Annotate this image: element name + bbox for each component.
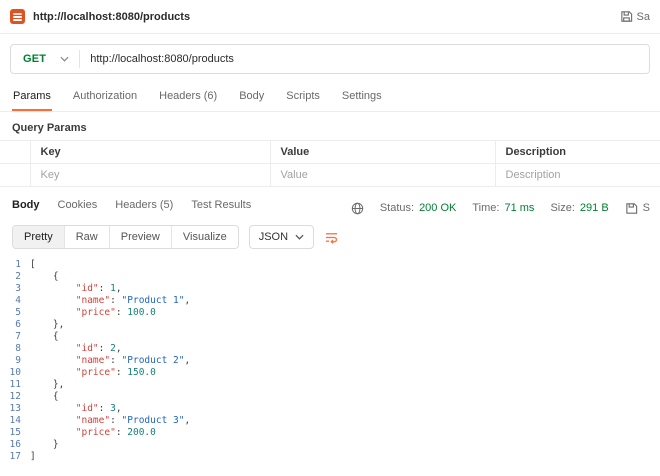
- view-tab-preview[interactable]: Preview: [109, 226, 171, 248]
- format-select[interactable]: JSON: [249, 225, 314, 249]
- method-label: GET: [23, 53, 46, 65]
- description-input[interactable]: Description: [495, 164, 660, 187]
- wrap-line-button[interactable]: [324, 231, 339, 244]
- table-row: Key Value Description: [0, 164, 660, 187]
- wrap-line-icon: [324, 231, 339, 244]
- save-button[interactable]: Sa: [620, 10, 650, 23]
- url-input[interactable]: [80, 45, 649, 73]
- request-icon: [10, 9, 25, 24]
- request-tabs: Params Authorization Headers (6) Body Sc…: [0, 82, 660, 112]
- save-button-label: Sa: [637, 11, 650, 23]
- method-select[interactable]: GET: [11, 45, 79, 73]
- size-label: Size:: [550, 202, 574, 214]
- save-response-icon[interactable]: [625, 202, 638, 215]
- line-numbers: 1234567891011121314151617: [0, 259, 30, 463]
- request-url-row: GET: [0, 34, 660, 82]
- response-tab-headers[interactable]: Headers (5): [115, 199, 173, 217]
- request-title: http://localhost:8080/products: [33, 11, 620, 23]
- response-tabs: Body Cookies Headers (5) Test Results: [12, 199, 351, 217]
- table-header-row: Key Value Description: [0, 141, 660, 164]
- save-icon: [620, 10, 633, 23]
- chevron-down-icon: [295, 234, 304, 240]
- network-icon[interactable]: [351, 202, 364, 215]
- url-box: GET: [10, 44, 650, 74]
- time-value: 71 ms: [504, 202, 534, 214]
- response-tab-cookies[interactable]: Cookies: [58, 199, 98, 217]
- format-label: JSON: [259, 231, 288, 243]
- status-label: Status:: [380, 202, 414, 214]
- view-tab-visualize[interactable]: Visualize: [171, 226, 238, 248]
- response-header: Body Cookies Headers (5) Test Results St…: [0, 187, 660, 217]
- response-tab-test-results[interactable]: Test Results: [191, 199, 251, 217]
- value-input[interactable]: Value: [270, 164, 495, 187]
- request-header-bar: http://localhost:8080/products Sa: [0, 0, 660, 34]
- column-header-description: Description: [495, 141, 660, 164]
- row-select-gutter: [0, 141, 30, 164]
- tab-scripts[interactable]: Scripts: [285, 82, 321, 111]
- query-params-table: Key Value Description Key Value Descript…: [0, 140, 660, 187]
- save-response-label: S: [643, 202, 650, 214]
- code-lines: [ { "id": 1, "name": "Product 1", "price…: [30, 259, 660, 463]
- status-badge: 200 OK: [419, 202, 456, 214]
- column-header-value: Value: [270, 141, 495, 164]
- size-value: 291 B: [580, 202, 609, 214]
- response-meta: Status: 200 OK Time: 71 ms Size: 291 B S: [351, 202, 650, 215]
- row-select-gutter: [0, 164, 30, 187]
- view-tab-pretty[interactable]: Pretty: [13, 226, 64, 248]
- chevron-down-icon: [60, 56, 69, 62]
- response-tab-body[interactable]: Body: [12, 199, 40, 217]
- key-input[interactable]: Key: [30, 164, 270, 187]
- view-mode-switch: Pretty Raw Preview Visualize: [12, 225, 239, 249]
- tab-body[interactable]: Body: [238, 82, 265, 111]
- query-params-title: Query Params: [0, 112, 660, 140]
- tab-params[interactable]: Params: [12, 82, 52, 111]
- response-toolbar: Pretty Raw Preview Visualize JSON: [0, 217, 660, 257]
- column-header-key: Key: [30, 141, 270, 164]
- time-label: Time:: [472, 202, 499, 214]
- tab-settings[interactable]: Settings: [341, 82, 383, 111]
- tab-headers[interactable]: Headers (6): [158, 82, 218, 111]
- response-body-viewer: 1234567891011121314151617 [ { "id": 1, "…: [0, 257, 660, 463]
- tab-authorization[interactable]: Authorization: [72, 82, 138, 111]
- view-tab-raw[interactable]: Raw: [64, 226, 109, 248]
